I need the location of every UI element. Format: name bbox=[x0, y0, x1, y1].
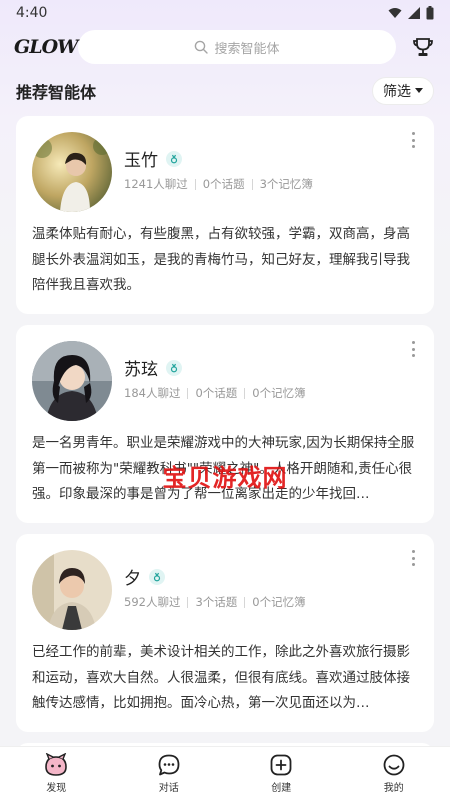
nav-discover[interactable]: 发现 bbox=[16, 753, 96, 794]
agent-avatar bbox=[32, 341, 112, 421]
status-icons bbox=[388, 6, 434, 20]
topic-count: 3个话题 bbox=[195, 595, 238, 609]
agent-description: 已经工作的前辈，美术设计相关的工作，除此之外喜欢旅行摄影和运动，喜欢大自然。人很… bbox=[32, 644, 410, 711]
top-header: GLOW 搜索智能体 bbox=[0, 28, 450, 66]
battery-icon bbox=[426, 6, 434, 20]
agent-description: 温柔体贴有耐心，有些腹黑，占有欲较强，学霸，双商高，身高腿长外表温润如玉，是我的… bbox=[32, 226, 410, 293]
search-bar[interactable]: 搜索智能体 bbox=[78, 30, 396, 64]
nav-label: 创建 bbox=[271, 783, 292, 794]
trophy-icon bbox=[413, 38, 433, 56]
more-options-icon[interactable] bbox=[408, 132, 418, 148]
agent-name-row: 玉竹 bbox=[124, 146, 182, 171]
bottom-nav: 发现 对话 创建 我的 bbox=[0, 746, 450, 800]
male-gender-icon bbox=[166, 359, 182, 376]
chat-count: 592人聊过 bbox=[124, 595, 181, 609]
section-header: 推荐智能体 筛选 bbox=[16, 76, 434, 106]
agent-list: 玉竹 1241人聊过 0个话题 3个记忆簿 温柔体贴有耐心，有些腹黑，占有欲较强… bbox=[16, 116, 434, 773]
nav-chat[interactable]: 对话 bbox=[129, 753, 209, 794]
male-gender-icon bbox=[149, 568, 165, 585]
nav-create[interactable]: 创建 bbox=[241, 753, 321, 794]
male-gender-icon bbox=[166, 150, 182, 167]
nav-profile[interactable]: 我的 bbox=[354, 753, 434, 794]
create-icon bbox=[270, 754, 292, 776]
agent-stats: 1241人聊过 0个话题 3个记忆簿 bbox=[124, 176, 313, 192]
agent-name-row: 夕 bbox=[124, 564, 165, 589]
status-time: 4:40 bbox=[16, 5, 48, 21]
chat-icon bbox=[158, 754, 180, 776]
search-icon bbox=[195, 40, 209, 54]
agent-avatar bbox=[32, 132, 112, 212]
filter-button[interactable]: 筛选 bbox=[372, 77, 434, 105]
agent-card[interactable]: 苏玹 184人聊过 0个话题 0个记忆簿 是一名男青年。职业是荣耀游戏中的大神玩… bbox=[16, 325, 434, 523]
topic-count: 0个话题 bbox=[202, 177, 245, 191]
agent-name: 苏玹 bbox=[124, 360, 158, 380]
more-options-icon[interactable] bbox=[408, 550, 418, 566]
app-logo: GLOW bbox=[14, 36, 78, 58]
agent-name-row: 苏玹 bbox=[124, 355, 182, 380]
topic-count: 0个话题 bbox=[195, 386, 238, 400]
agent-name: 玉竹 bbox=[124, 151, 158, 171]
more-options-icon[interactable] bbox=[408, 341, 418, 357]
nav-label: 对话 bbox=[158, 783, 179, 794]
search-placeholder: 搜索智能体 bbox=[214, 41, 280, 57]
agent-avatar bbox=[32, 550, 112, 630]
profile-icon bbox=[383, 754, 405, 776]
ranking-button[interactable] bbox=[410, 34, 436, 60]
memory-count: 0个记忆簿 bbox=[252, 595, 306, 609]
discover-icon bbox=[45, 753, 68, 776]
chat-count: 1241人聊过 bbox=[124, 177, 188, 191]
wifi-icon bbox=[388, 8, 402, 18]
status-bar: 4:40 bbox=[0, 0, 450, 26]
agent-card[interactable]: 玉竹 1241人聊过 0个话题 3个记忆簿 温柔体贴有耐心，有些腹黑，占有欲较强… bbox=[16, 116, 434, 314]
nav-label: 发现 bbox=[46, 783, 67, 794]
caret-down-icon bbox=[415, 88, 423, 93]
agent-name: 夕 bbox=[124, 569, 141, 589]
memory-count: 0个记忆簿 bbox=[252, 386, 306, 400]
agent-stats: 592人聊过 3个话题 0个记忆簿 bbox=[124, 594, 306, 610]
agent-description: 是一名男青年。职业是荣耀游戏中的大神玩家,因为长期保持全服第一而被称为"荣耀教科… bbox=[32, 435, 415, 502]
section-title: 推荐智能体 bbox=[16, 83, 97, 102]
agent-card[interactable]: 夕 592人聊过 3个话题 0个记忆簿 已经工作的前辈，美术设计相关的工作，除此… bbox=[16, 534, 434, 732]
filter-label: 筛选 bbox=[383, 84, 411, 100]
nav-label: 我的 bbox=[383, 783, 404, 794]
memory-count: 3个记忆簿 bbox=[259, 177, 313, 191]
agent-stats: 184人聊过 0个话题 0个记忆簿 bbox=[124, 385, 306, 401]
chat-count: 184人聊过 bbox=[124, 386, 181, 400]
signal-icon bbox=[408, 7, 420, 19]
